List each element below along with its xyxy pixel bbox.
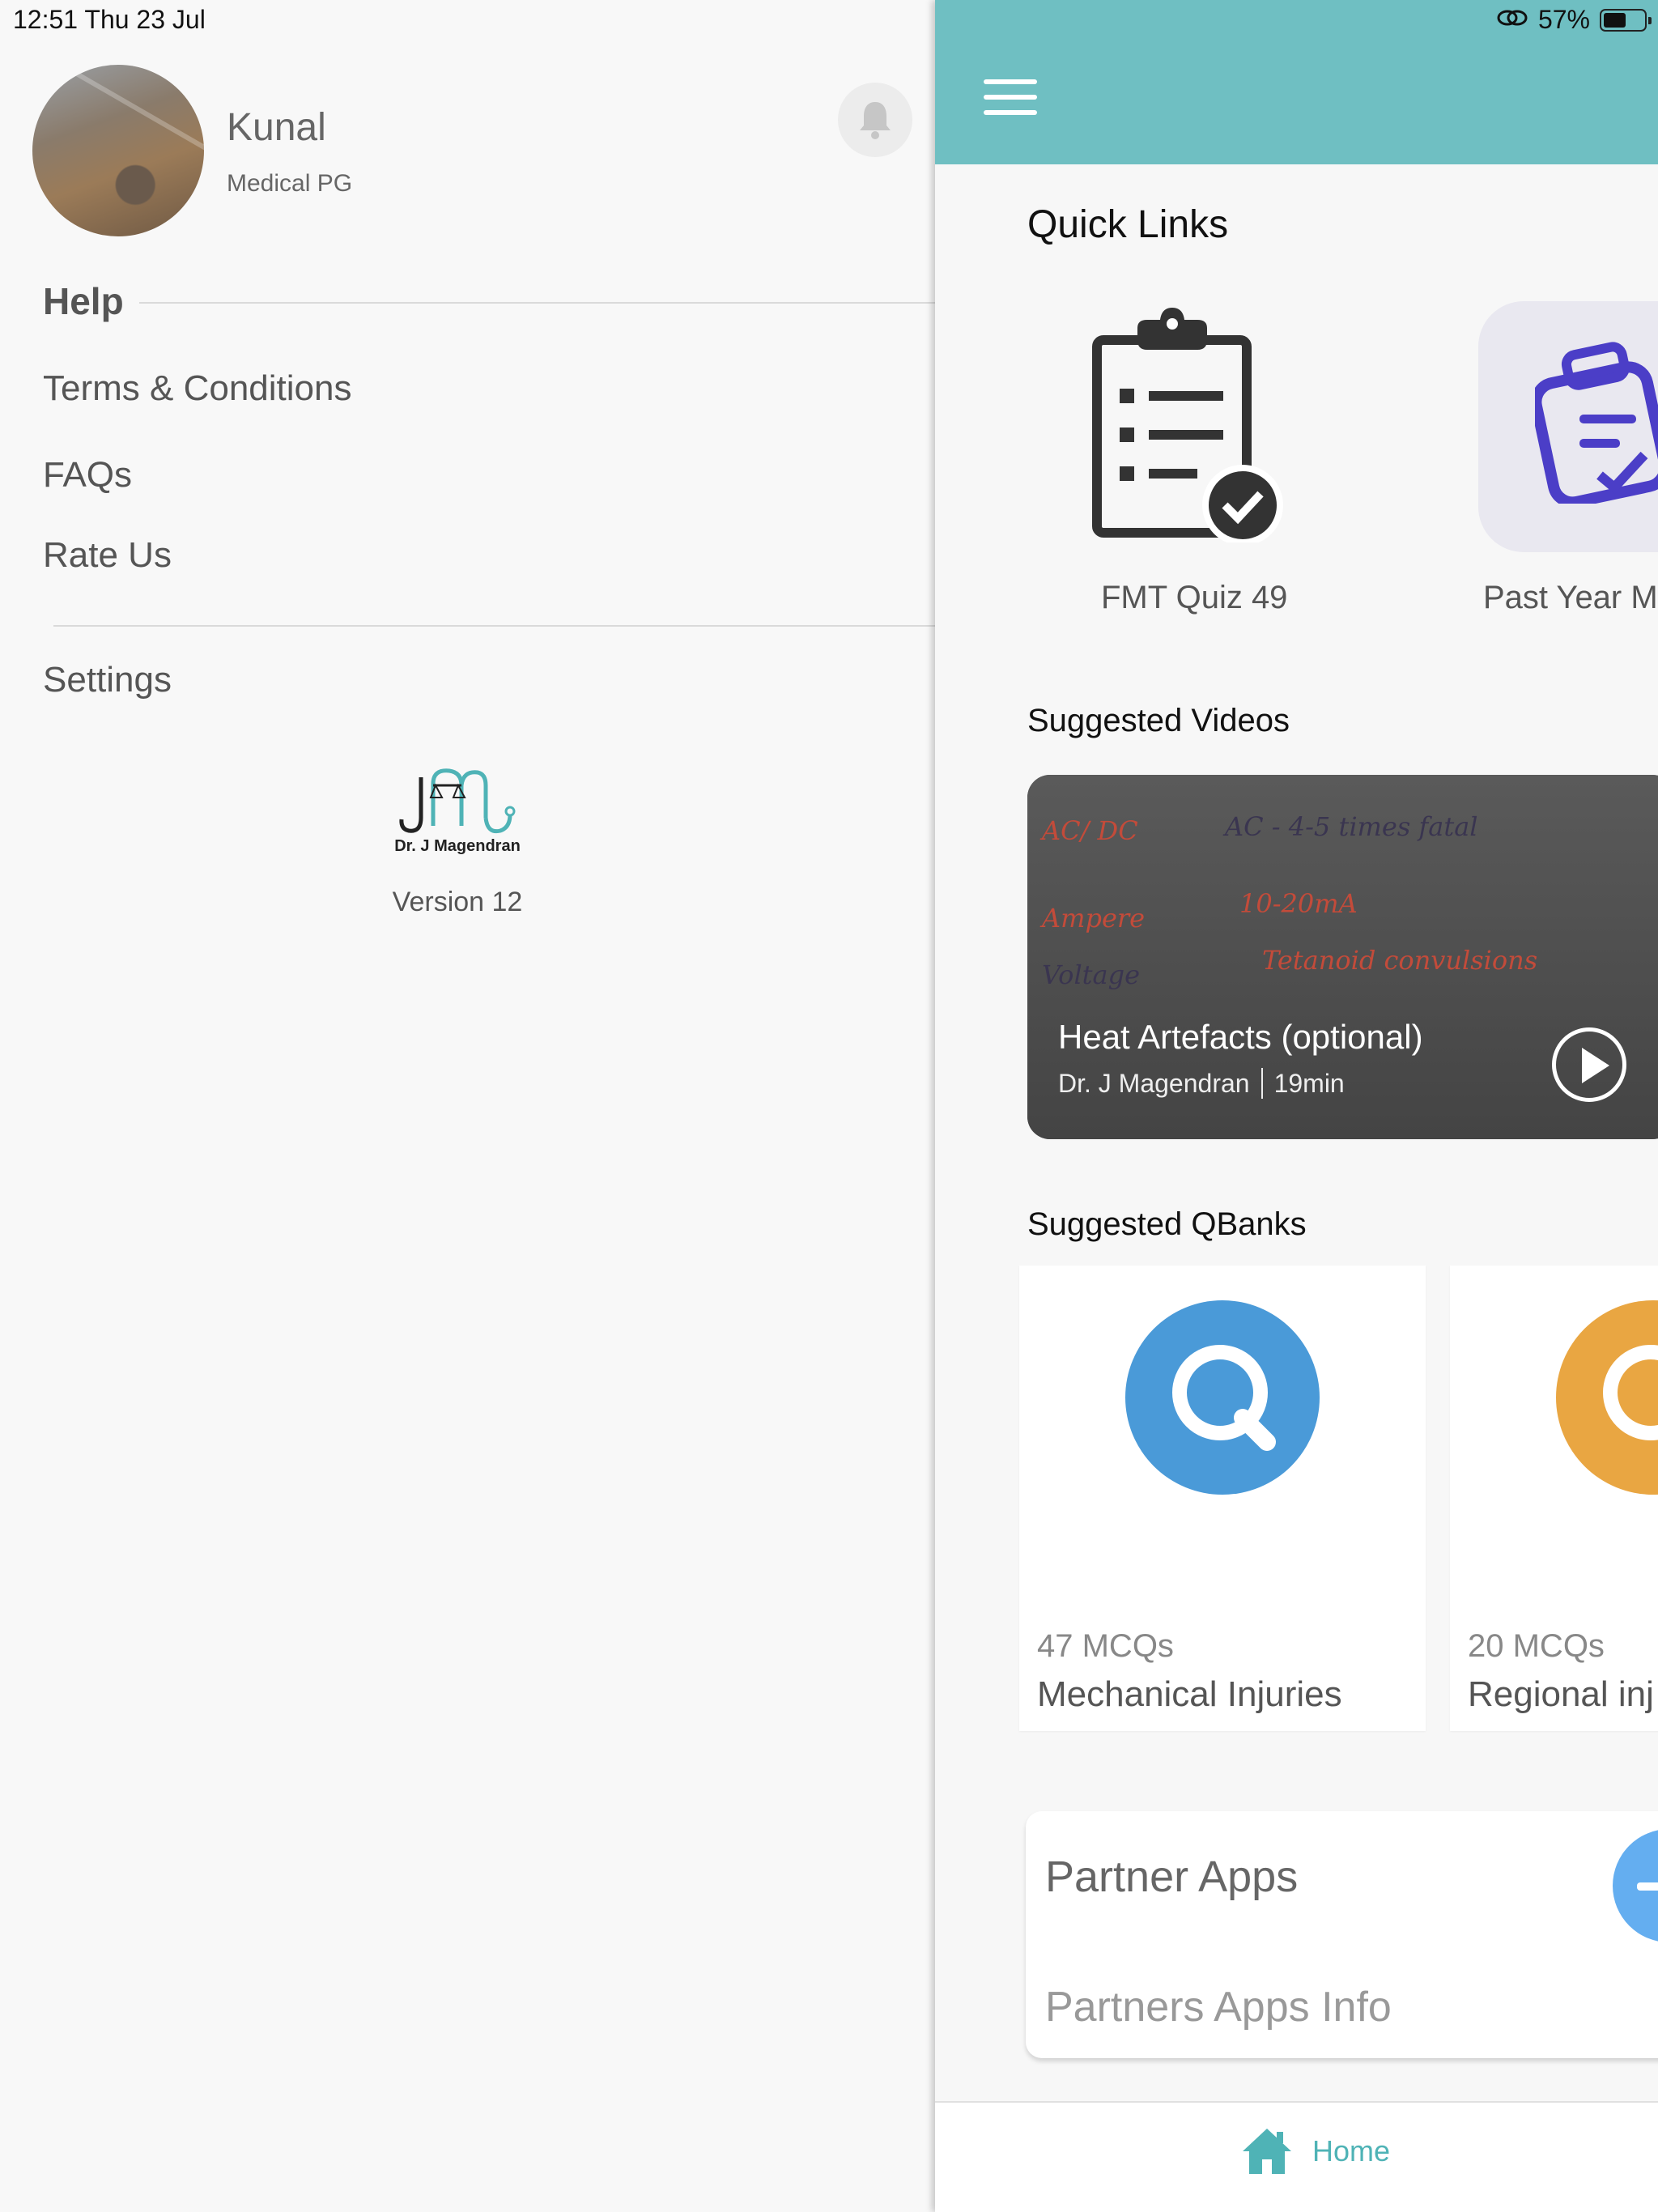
tab-home-label[interactable]: Home <box>1312 2134 1390 2168</box>
side-drawer: Kunal Medical PG Help Terms & Conditions… <box>0 0 935 2212</box>
suggested-videos-title: Suggested Videos <box>1027 703 1290 738</box>
app-logo: Dr. J Magendran <box>389 761 526 856</box>
quick-link-past-year[interactable] <box>1478 301 1658 552</box>
qbank-count: 20 MCQs <box>1468 1628 1605 1664</box>
video-author: Dr. J Magendran <box>1058 1068 1250 1098</box>
divider <box>139 302 935 304</box>
bell-icon <box>860 102 891 139</box>
play-icon[interactable] <box>1552 1027 1626 1102</box>
partner-apps-card[interactable]: Partner Apps Partners Apps Info <box>1026 1811 1658 2058</box>
clipboard-edit-icon <box>1535 342 1658 504</box>
tab-bar: Home <box>935 2101 1658 2212</box>
avatar[interactable] <box>32 65 204 236</box>
qbank-search-icon <box>1125 1300 1320 1495</box>
board-text: Voltage <box>1042 959 1141 990</box>
qbank-card[interactable]: 47 MCQs Mechanical Injuries <box>1019 1266 1426 1731</box>
menu-button[interactable] <box>984 79 1037 115</box>
qbank-name: Mechanical Injuries <box>1037 1674 1342 1714</box>
menu-item-settings[interactable]: Settings <box>43 660 172 700</box>
qbank-card[interactable]: 20 MCQs Regional inj <box>1450 1266 1658 1731</box>
menu-item-terms[interactable]: Terms & Conditions <box>43 368 351 409</box>
home-icon <box>1243 2129 1291 2174</box>
menu-item-rate-us[interactable]: Rate Us <box>43 535 172 576</box>
qbank-search-icon <box>1556 1300 1658 1495</box>
board-text: AC - 4-5 times fatal <box>1225 811 1478 842</box>
video-meta: Dr. J Magendran 19min <box>1058 1068 1345 1099</box>
video-duration: 19min <box>1273 1068 1345 1098</box>
clipboard-check-icon <box>1092 308 1283 546</box>
qbank-count: 47 MCQs <box>1037 1628 1174 1664</box>
quick-link-label[interactable]: Past Year M <box>1483 580 1658 616</box>
board-text: Tetanoid convulsions <box>1262 945 1538 976</box>
status-right: 57% <box>1496 5 1652 35</box>
tab-home[interactable]: Home <box>1241 2127 1390 2176</box>
help-heading: Help <box>43 280 124 322</box>
qbank-name: Regional inj <box>1468 1674 1654 1714</box>
board-text: Ampere <box>1042 903 1146 934</box>
hamburger-icon <box>984 79 1037 84</box>
partner-apps-title: Partner Apps <box>1045 1853 1299 1901</box>
battery-icon <box>1600 8 1652 32</box>
quick-links-title: Quick Links <box>1027 203 1229 246</box>
suggested-qbanks-title: Suggested QBanks <box>1027 1206 1307 1242</box>
board-text: AC/ DC <box>1042 815 1138 846</box>
version-text: Version 12 <box>392 887 523 917</box>
logo-text: Dr. J Magendran <box>394 837 521 855</box>
video-title: Heat Artefacts (optional) <box>1058 1018 1423 1056</box>
menu-item-faqs[interactable]: FAQs <box>43 455 132 496</box>
divider <box>53 625 935 627</box>
link-icon <box>1496 5 1528 35</box>
user-role: Medical PG <box>227 170 353 197</box>
video-card[interactable]: AC/ DC AC - 4-5 times fatal Ampere 10-20… <box>1027 775 1658 1139</box>
quick-link-label[interactable]: FMT Quiz 49 <box>1101 580 1287 616</box>
notification-button[interactable] <box>838 83 912 157</box>
quick-link-fmt-quiz[interactable] <box>1089 308 1283 546</box>
logo-icon <box>399 768 516 834</box>
partner-apps-subtitle: Partners Apps Info <box>1045 1984 1392 2031</box>
board-text: 10-20mA <box>1239 888 1358 919</box>
user-name: Kunal <box>227 106 326 149</box>
minus-icon[interactable] <box>1613 1829 1658 1942</box>
battery-percent: 57% <box>1537 5 1590 34</box>
main-panel: Quick Links FMT Quiz 49 Past Year M Sugg… <box>935 0 1658 2212</box>
